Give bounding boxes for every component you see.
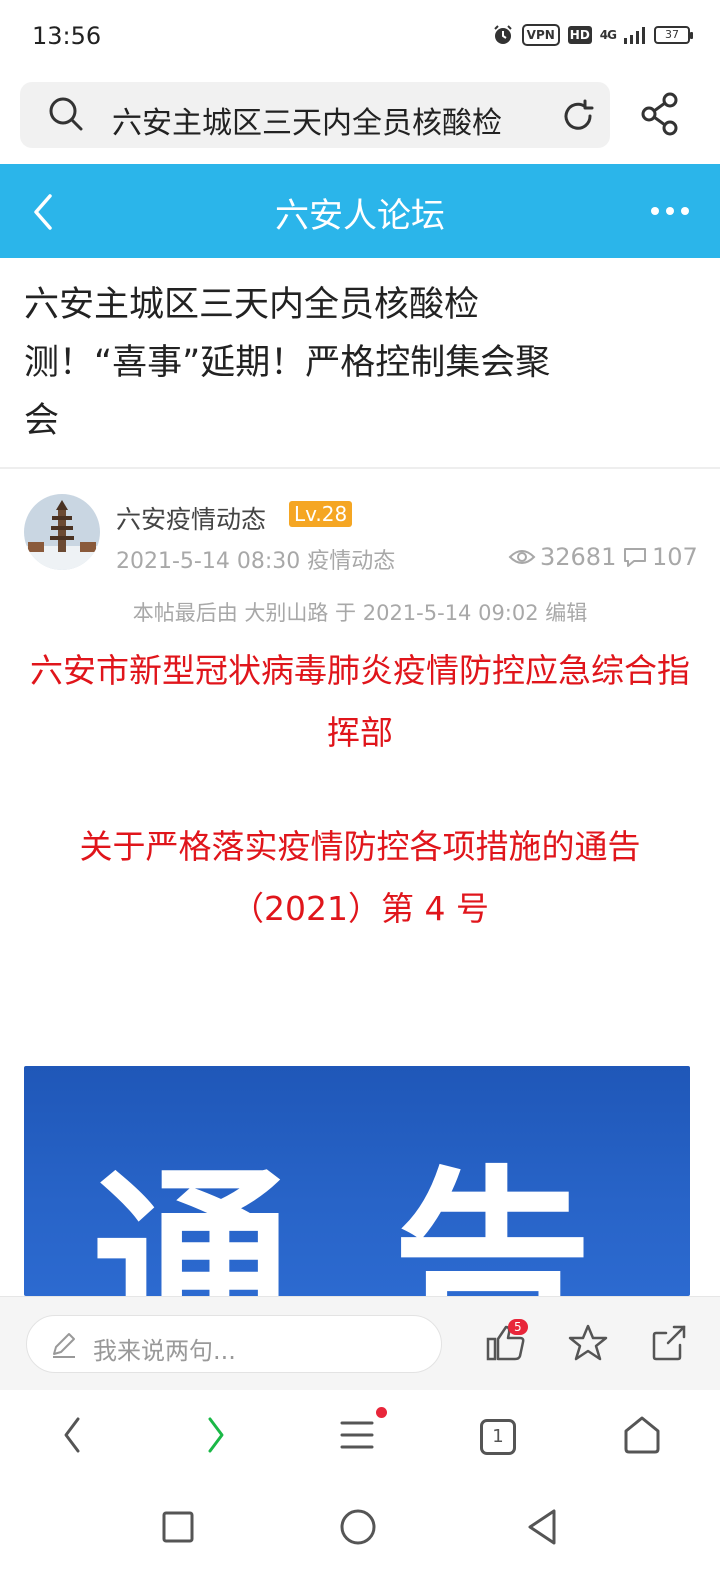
- browser-forward-icon[interactable]: [204, 1413, 228, 1457]
- share-icon[interactable]: [640, 92, 680, 136]
- system-back-icon[interactable]: [524, 1507, 560, 1547]
- system-home-icon[interactable]: [338, 1507, 378, 1547]
- search-bar[interactable]: 六安主城区三天内全员核酸检: [20, 82, 610, 148]
- notice-image-char-1: 通: [92, 1149, 293, 1297]
- refresh-icon[interactable]: [560, 98, 596, 134]
- divider: [0, 467, 720, 469]
- menu-notification-dot: [376, 1407, 387, 1418]
- status-icons: VPN HD 4G 37: [492, 24, 693, 46]
- pencil-icon: [53, 1333, 75, 1358]
- avatar-pagoda-image: [24, 494, 100, 570]
- browser-back-icon[interactable]: [60, 1413, 84, 1457]
- author-name[interactable]: 六安疫情动态: [116, 500, 266, 536]
- avatar[interactable]: [24, 494, 100, 570]
- views-value: 32681: [540, 543, 617, 571]
- comment-input[interactable]: 我来说两句...: [26, 1315, 442, 1373]
- post-meta: 2021-5-14 08:30 疫情动态: [116, 549, 396, 574]
- network-label: 4G: [599, 28, 617, 42]
- hd-badge: HD: [567, 26, 592, 44]
- eye-icon: [508, 550, 536, 564]
- comments-value: 107: [652, 543, 698, 571]
- status-bar: 13:56 VPN HD 4G 37: [0, 0, 720, 76]
- views-count: 32681: [508, 543, 616, 571]
- signal-icon: [624, 27, 645, 44]
- notice-image[interactable]: 通 告: [24, 1066, 690, 1296]
- comment-bar: 我来说两句... 5: [0, 1296, 720, 1390]
- body-heading-2: 关于严格落实疫情防控各项措施的通告（2021）第 4 号: [79, 827, 641, 928]
- body-heading-1: 六安市新型冠状病毒肺炎疫情防控应急综合指挥部: [30, 651, 690, 752]
- system-nav: [0, 1487, 720, 1584]
- tabs-button[interactable]: 1: [480, 1419, 516, 1455]
- post-title: 六安主城区三天内全员核酸检测！“喜事”延期！严格控制集会聚会: [24, 285, 551, 441]
- forward-button[interactable]: [650, 1323, 690, 1363]
- page: 13:56 VPN HD 4G 37 六安主城区三天内全员核酸检 六安人论坛 六…: [0, 0, 720, 1584]
- search-input[interactable]: 六安主城区三天内全员核酸检: [112, 98, 542, 142]
- battery-indicator: 37: [654, 26, 693, 44]
- comment-placeholder: 我来说两句...: [93, 1337, 236, 1365]
- comment-bubble-icon: [624, 548, 646, 567]
- status-time: 13:56: [32, 22, 102, 50]
- more-icon[interactable]: [650, 206, 690, 216]
- comments-count: 107: [622, 543, 698, 571]
- edit-note: 本帖最后由 大别山路 于 2021-5-14 09:02 编辑: [132, 601, 588, 625]
- like-count-badge: 5: [508, 1319, 528, 1335]
- notice-image-char-2: 告: [392, 1149, 593, 1297]
- alarm-icon: [493, 25, 512, 44]
- forum-title: 六安人论坛: [275, 196, 445, 236]
- browser-menu-icon[interactable]: [338, 1413, 378, 1457]
- browser-nav: 1: [0, 1391, 720, 1487]
- search-icon: [49, 97, 83, 131]
- home-icon[interactable]: [620, 1413, 664, 1457]
- recent-apps-icon[interactable]: [160, 1507, 196, 1547]
- forum-header: 六安人论坛: [0, 164, 720, 258]
- vpn-badge: VPN: [521, 24, 560, 46]
- star-button[interactable]: [566, 1323, 610, 1363]
- level-badge: Lv.28: [289, 501, 353, 527]
